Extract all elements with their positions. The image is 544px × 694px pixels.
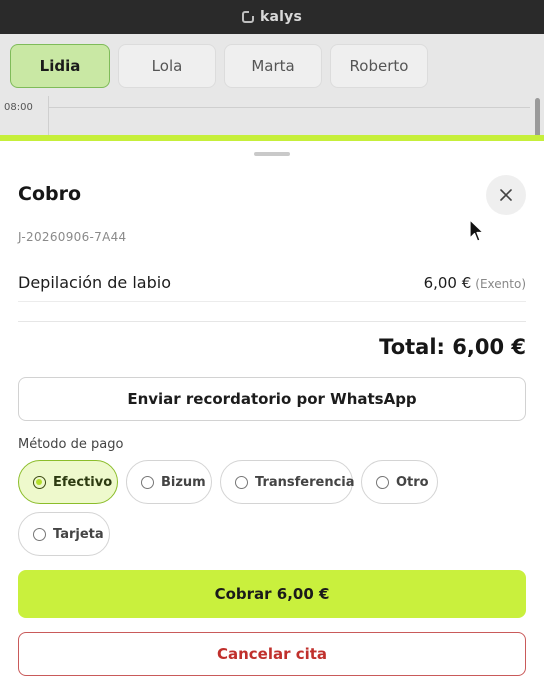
time-label: 08:00 xyxy=(4,102,33,113)
staff-tab-lola[interactable]: Lola xyxy=(118,44,216,88)
payment-option-efectivo[interactable]: Efectivo xyxy=(18,460,118,504)
cancel-appointment-button[interactable]: Cancelar cita xyxy=(18,632,526,676)
payment-sheet: Cobro J-20260906-7A44 Depilación de labi… xyxy=(0,141,544,694)
appointment-reference: J-20260906-7A44 xyxy=(18,230,127,244)
payment-option-label: Efectivo xyxy=(53,474,113,490)
line-item-tax: (Exento) xyxy=(475,277,526,291)
staff-tabs: Lidia Lola Marta Roberto xyxy=(10,44,428,88)
payment-option-label: Otro xyxy=(396,474,429,490)
window-title: kalys xyxy=(259,9,302,25)
whatsapp-reminder-button[interactable]: Enviar recordatorio por WhatsApp xyxy=(18,377,526,421)
divider xyxy=(18,321,526,322)
radio-icon xyxy=(376,475,389,489)
radio-icon xyxy=(235,475,248,489)
calendar-grid-vline xyxy=(48,96,49,136)
payment-option-label: Tarjeta xyxy=(53,526,104,542)
payment-option-label: Transferencia xyxy=(255,474,355,490)
charge-button[interactable]: Cobrar 6,00 € xyxy=(18,570,526,618)
payment-method-label: Método de pago xyxy=(18,437,124,452)
staff-tab-lidia[interactable]: Lidia xyxy=(10,44,110,88)
line-item: Depilación de labio 6,00 € (Exento) xyxy=(18,264,526,302)
payment-option-bizum[interactable]: Bizum xyxy=(126,460,212,504)
radio-icon xyxy=(141,475,154,489)
staff-tab-roberto[interactable]: Roberto xyxy=(330,44,428,88)
payment-option-otro[interactable]: Otro xyxy=(361,460,438,504)
window-titlebar: kalys xyxy=(0,0,544,34)
total-amount: Total: 6,00 € xyxy=(379,335,526,359)
line-item-name: Depilación de labio xyxy=(18,273,171,292)
sheet-title: Cobro xyxy=(18,183,82,205)
calendar-scrollbar[interactable] xyxy=(535,98,540,136)
app-logo-icon xyxy=(241,11,254,23)
calendar-grid-line xyxy=(48,107,530,108)
payment-option-label: Bizum xyxy=(161,474,206,490)
staff-tab-marta[interactable]: Marta xyxy=(224,44,322,88)
sheet-grabber[interactable] xyxy=(254,152,290,156)
payment-option-tarjeta[interactable]: Tarjeta xyxy=(18,512,110,556)
mouse-cursor-icon xyxy=(469,219,484,242)
payment-option-transferencia[interactable]: Transferencia xyxy=(220,460,355,504)
line-item-price-wrap: 6,00 € (Exento) xyxy=(424,264,526,292)
radio-selected-icon xyxy=(33,475,46,489)
radio-icon xyxy=(33,527,46,541)
calendar-background: Lidia Lola Marta Roberto 08:00 xyxy=(0,34,544,136)
close-icon xyxy=(500,189,512,201)
line-item-price: 6,00 € xyxy=(423,274,472,292)
close-button[interactable] xyxy=(486,175,526,215)
